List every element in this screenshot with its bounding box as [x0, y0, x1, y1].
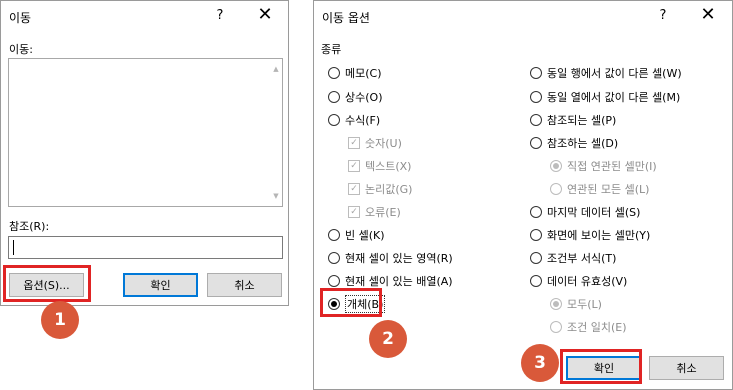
option-validation-all[interactable]: 모두(L) [550, 294, 602, 314]
step-badge-3: 3 [521, 344, 559, 382]
option-numbers[interactable]: ✓ 숫자(U) [348, 133, 402, 153]
option-label: 연관된 모든 셀(L) [567, 183, 650, 196]
goto-titlebar: 이동 ? ✕ [1, 1, 288, 33]
option-visible-cells[interactable]: 화면에 보이는 셀만(Y) [530, 225, 650, 245]
option-direct-only[interactable]: 직접 연관된 셀만(I) [550, 156, 657, 176]
text-caret [13, 240, 14, 255]
radio-button[interactable] [530, 67, 542, 79]
radio-button-selected[interactable] [550, 160, 562, 172]
option-label: 빈 셀(K) [345, 229, 385, 242]
option-label: 텍스트(X) [365, 160, 412, 173]
option-label: 화면에 보이는 셀만(Y) [547, 229, 651, 242]
radio-button[interactable] [530, 91, 542, 103]
option-label: 동일 열에서 값이 다른 셀(M) [547, 91, 681, 104]
option-conditional-formats[interactable]: 조건부 서식(T) [530, 248, 616, 268]
option-formulas[interactable]: 수식(F) [328, 110, 380, 130]
option-column-differences[interactable]: 동일 열에서 값이 다른 셀(M) [530, 87, 680, 107]
option-constants[interactable]: 상수(O) [328, 87, 382, 107]
goto-list-label: 이동: [9, 43, 33, 56]
reference-label: 참조(R): [9, 220, 50, 233]
option-comments[interactable]: 메모(C) [328, 63, 382, 83]
option-dependents[interactable]: 참조하는 셀(D) [530, 133, 618, 153]
option-label: 오류(E) [365, 206, 401, 219]
goto-cancel-button[interactable]: 취소 [207, 273, 282, 297]
goto-listbox-scrollbar[interactable]: ▲ ▼ [271, 60, 281, 205]
radio-button[interactable] [328, 229, 340, 241]
option-label: 참조되는 셀(P) [547, 114, 617, 127]
option-label: 조건부 서식(T) [547, 252, 617, 265]
checkmark-icon[interactable]: ✓ [348, 206, 360, 218]
option-blanks[interactable]: 빈 셀(K) [328, 225, 385, 245]
option-row-differences[interactable]: 동일 행에서 값이 다른 셀(W) [530, 63, 682, 83]
option-current-region[interactable]: 현재 셀이 있는 영역(R) [328, 248, 453, 268]
option-logicals[interactable]: ✓ 논리값(G) [348, 179, 412, 199]
step-badge-1: 1 [41, 301, 79, 339]
radio-button[interactable] [530, 137, 542, 149]
radio-button[interactable] [328, 275, 340, 287]
option-label: 현재 셀이 있는 배열(A) [345, 275, 453, 288]
special-title: 이동 옵션 [322, 11, 370, 25]
option-label: 논리값(G) [365, 183, 413, 196]
ok-button-highlight [560, 349, 642, 384]
option-label: 직접 연관된 셀만(I) [567, 160, 657, 173]
option-last-cell[interactable]: 마지막 데이터 셀(S) [530, 202, 640, 222]
special-help-button[interactable]: ? [654, 8, 672, 23]
option-label: 수식(F) [345, 114, 381, 127]
goto-help-button[interactable]: ? [211, 8, 229, 23]
radio-button[interactable] [530, 252, 542, 264]
radio-button[interactable] [550, 183, 562, 195]
radio-button[interactable] [530, 114, 542, 126]
option-label: 메모(C) [345, 67, 382, 80]
option-label: 마지막 데이터 셀(S) [547, 206, 641, 219]
scroll-up-icon[interactable]: ▲ [271, 64, 281, 74]
radio-button[interactable] [328, 114, 340, 126]
radio-button-selected[interactable] [550, 298, 562, 310]
checkmark-icon[interactable]: ✓ [348, 137, 360, 149]
radio-button[interactable] [328, 67, 340, 79]
option-label: 동일 행에서 값이 다른 셀(W) [547, 67, 682, 80]
radio-button[interactable] [328, 252, 340, 264]
option-label: 참조하는 셀(D) [547, 137, 619, 150]
checkmark-icon[interactable]: ✓ [348, 160, 360, 172]
option-label: 상수(O) [345, 91, 383, 104]
option-data-validation[interactable]: 데이터 유효성(V) [530, 271, 627, 291]
option-validation-same[interactable]: 조건 일치(E) [550, 317, 627, 337]
option-label: 현재 셀이 있는 영역(R) [345, 252, 453, 265]
special-cancel-button[interactable]: 취소 [649, 356, 724, 380]
goto-title: 이동 [9, 11, 32, 25]
option-all-levels[interactable]: 연관된 모든 셀(L) [550, 179, 649, 199]
radio-button[interactable] [530, 229, 542, 241]
option-label: 데이터 유효성(V) [547, 275, 628, 288]
objects-option-highlight [320, 288, 382, 317]
checkmark-icon[interactable]: ✓ [348, 183, 360, 195]
option-label: 숫자(U) [365, 137, 402, 150]
radio-button[interactable] [550, 321, 562, 333]
option-text[interactable]: ✓ 텍스트(X) [348, 156, 411, 176]
option-label: 조건 일치(E) [567, 321, 627, 334]
option-precedents[interactable]: 참조되는 셀(P) [530, 110, 616, 130]
goto-listbox[interactable]: ▲ ▼ [8, 58, 283, 207]
radio-button[interactable] [530, 206, 542, 218]
goto-ok-button[interactable]: 확인 [123, 273, 198, 297]
radio-button[interactable] [530, 275, 542, 287]
option-errors[interactable]: ✓ 오류(E) [348, 202, 401, 222]
option-label: 모두(L) [567, 298, 602, 311]
goto-close-icon[interactable]: ✕ [254, 5, 276, 25]
type-group-label: 종류 [321, 43, 342, 56]
scroll-down-icon[interactable]: ▼ [271, 191, 281, 201]
options-button-highlight [3, 265, 91, 302]
special-titlebar: 이동 옵션 ? ✕ [314, 1, 732, 33]
radio-button[interactable] [328, 91, 340, 103]
step-badge-2: 2 [369, 320, 407, 358]
goto-dialog: 이동 ? ✕ 이동: ▲ ▼ 참조(R): 옵션(S)... 확인 취소 [0, 0, 289, 306]
reference-input[interactable] [8, 236, 283, 259]
special-close-icon[interactable]: ✕ [697, 5, 719, 25]
